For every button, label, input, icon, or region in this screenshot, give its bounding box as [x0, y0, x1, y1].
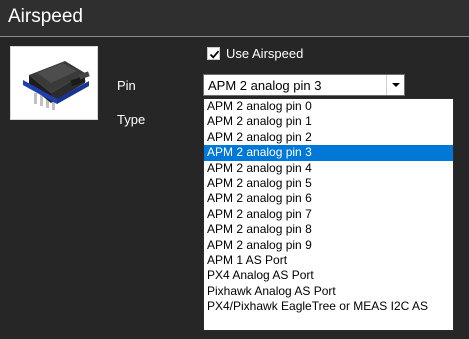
dropdown-option[interactable]: APM 2 analog pin 0: [204, 99, 453, 114]
dropdown-option[interactable]: APM 2 analog pin 1: [204, 114, 453, 129]
dropdown-option[interactable]: APM 2 analog pin 6: [204, 191, 453, 206]
dropdown-option[interactable]: APM 2 analog pin 5: [204, 176, 453, 191]
dropdown-option[interactable]: APM 2 analog pin 7: [204, 207, 453, 222]
airspeed-sensor-image: [10, 46, 98, 120]
dropdown-option[interactable]: APM 2 analog pin 3: [204, 145, 453, 161]
dropdown-option[interactable]: APM 1 AS Port: [204, 253, 453, 268]
use-airspeed-checkbox[interactable]: [207, 46, 220, 60]
dropdown-option[interactable]: Pixhawk Analog AS Port: [204, 284, 453, 299]
dropdown-option[interactable]: PX4 Analog AS Port: [204, 268, 453, 283]
type-label: Type: [117, 112, 146, 127]
section-title: Airspeed: [8, 6, 83, 27]
pin-label: Pin: [117, 78, 136, 93]
dropdown-option[interactable]: APM 2 analog pin 2: [204, 130, 453, 145]
pin-select-dropdown-button[interactable]: [386, 75, 404, 95]
dropdown-option[interactable]: APM 2 analog pin 4: [204, 161, 453, 176]
dropdown-option[interactable]: APM 2 analog pin 8: [204, 222, 453, 237]
dropdown-option[interactable]: PX4/Pixhawk EagleTree or MEAS I2C AS: [204, 299, 453, 314]
checkmark-icon: [209, 50, 220, 59]
pin-select-value: APM 2 analog pin 3: [208, 78, 322, 93]
chevron-down-icon: [392, 83, 400, 87]
section-header: Airspeed: [0, 0, 469, 37]
airspeed-config-page: Airspeed Use Airspeed Pin Type APM 2 ana…: [0, 0, 469, 339]
use-airspeed-checkbox-row[interactable]: Use Airspeed: [207, 44, 303, 62]
dropdown-option[interactable]: APM 2 analog pin 9: [204, 238, 453, 253]
use-airspeed-label: Use Airspeed: [226, 45, 304, 61]
pin-dropdown-list[interactable]: APM 2 analog pin 0 APM 2 analog pin 1 APM …: [203, 98, 454, 331]
pin-select[interactable]: APM 2 analog pin 3: [203, 74, 405, 96]
airspeed-sensor-icon: [11, 47, 97, 119]
